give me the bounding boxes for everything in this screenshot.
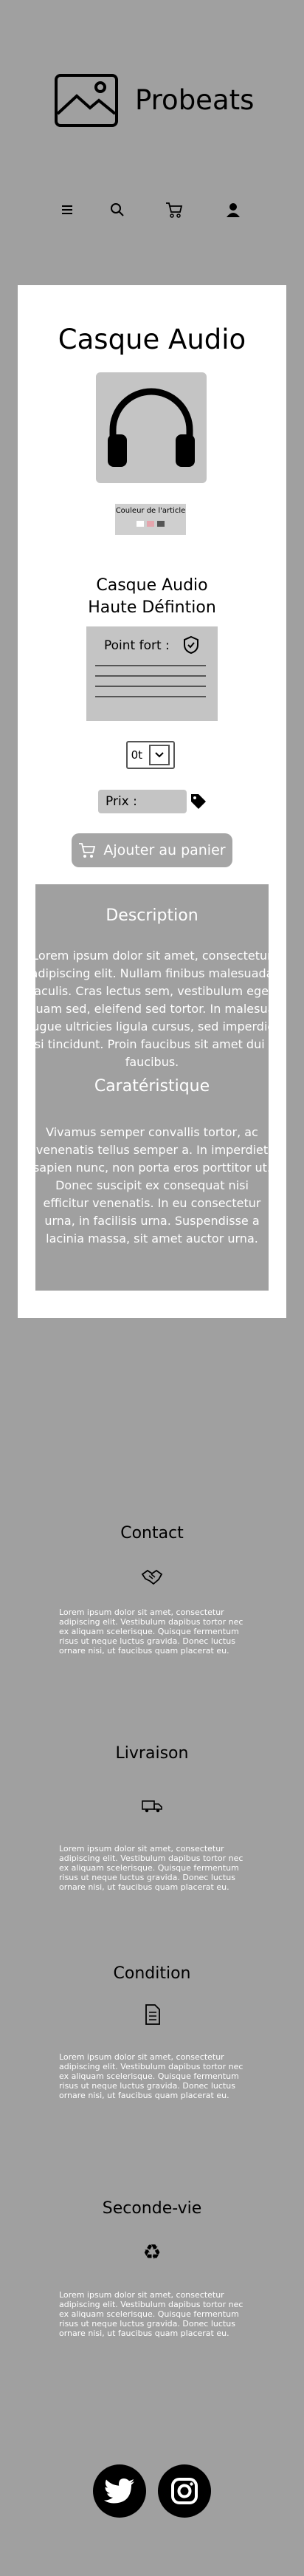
color-swatch-dark[interactable] — [157, 521, 165, 527]
recycle-icon[interactable]: ♻ — [139, 2240, 165, 2265]
condition-text: Lorem ipsum dolor sit amet, consectetur … — [59, 2052, 243, 2100]
price-field: Prix : — [98, 790, 187, 813]
menu-icon[interactable] — [57, 199, 77, 220]
color-selector-label: Couleur de l'article — [115, 507, 186, 515]
features-label: Point fort : — [104, 638, 170, 653]
second-life-title: Seconde-vie — [102, 2199, 202, 2218]
contact-text: Lorem ipsum dolor sit amet, consectetur … — [59, 1608, 243, 1656]
truck-icon[interactable] — [139, 1794, 165, 1819]
feature-line — [95, 696, 206, 697]
feature-line — [95, 686, 206, 687]
product-name: Casque Audio Haute Défintion — [18, 575, 286, 619]
contact-title: Contact — [120, 1524, 184, 1542]
quantity-selector[interactable]: 0t — [126, 741, 175, 769]
brand-name[interactable]: Probeats — [135, 84, 254, 116]
characteristics-title: Caratéristique — [94, 1077, 210, 1096]
product-name-line1: Casque Audio — [96, 576, 208, 595]
add-to-cart-label: Ajouter au panier — [103, 842, 226, 858]
feature-line — [95, 665, 206, 666]
description-panel: Description Lorem ipsum dolor sit amet, … — [35, 884, 269, 1291]
user-icon[interactable] — [223, 199, 243, 220]
document-icon[interactable] — [139, 2002, 165, 2027]
search-icon[interactable] — [107, 199, 128, 220]
page-title: Casque Audio — [58, 324, 246, 355]
color-swatch-white[interactable] — [137, 521, 144, 527]
delivery-text: Lorem ipsum dolor sit amet, consectetur … — [59, 1844, 243, 1892]
shield-check-icon — [184, 635, 198, 655]
chevron-down-icon[interactable] — [149, 745, 170, 765]
image-placeholder-icon — [56, 81, 117, 115]
headphones-icon — [108, 388, 195, 467]
quantity-value: 0t — [131, 748, 143, 762]
product-image[interactable] — [96, 372, 207, 483]
second-life-text: Lorem ipsum dolor sit amet, consectetur … — [59, 2290, 243, 2338]
delivery-title: Livraison — [115, 1744, 189, 1763]
feature-line — [95, 675, 206, 677]
price-tag-icon — [191, 794, 206, 809]
cart-icon — [79, 843, 96, 858]
description-title: Description — [106, 906, 198, 925]
twitter-icon[interactable] — [93, 2464, 146, 2518]
description-text: Lorem ipsum dolor sit amet, consectetur … — [35, 949, 269, 1069]
product-name-line2: Haute Défintion — [88, 598, 216, 617]
instagram-icon[interactable] — [158, 2464, 211, 2518]
cart-icon[interactable] — [164, 199, 184, 220]
add-to-cart-button[interactable]: Ajouter au panier — [72, 833, 232, 867]
logo-image-placeholder[interactable] — [55, 74, 118, 127]
features-box: Point fort : — [86, 626, 218, 721]
handshake-icon[interactable] — [139, 1565, 165, 1590]
color-selector: Couleur de l'article — [115, 504, 186, 535]
color-swatch-pink[interactable] — [147, 521, 154, 527]
product-card: Casque Audio Couleur de l'article Casque… — [18, 285, 286, 1318]
characteristics-text: Vivamus semper convallis tortor, ac vene… — [35, 1125, 269, 1246]
condition-title: Condition — [113, 1964, 191, 1983]
